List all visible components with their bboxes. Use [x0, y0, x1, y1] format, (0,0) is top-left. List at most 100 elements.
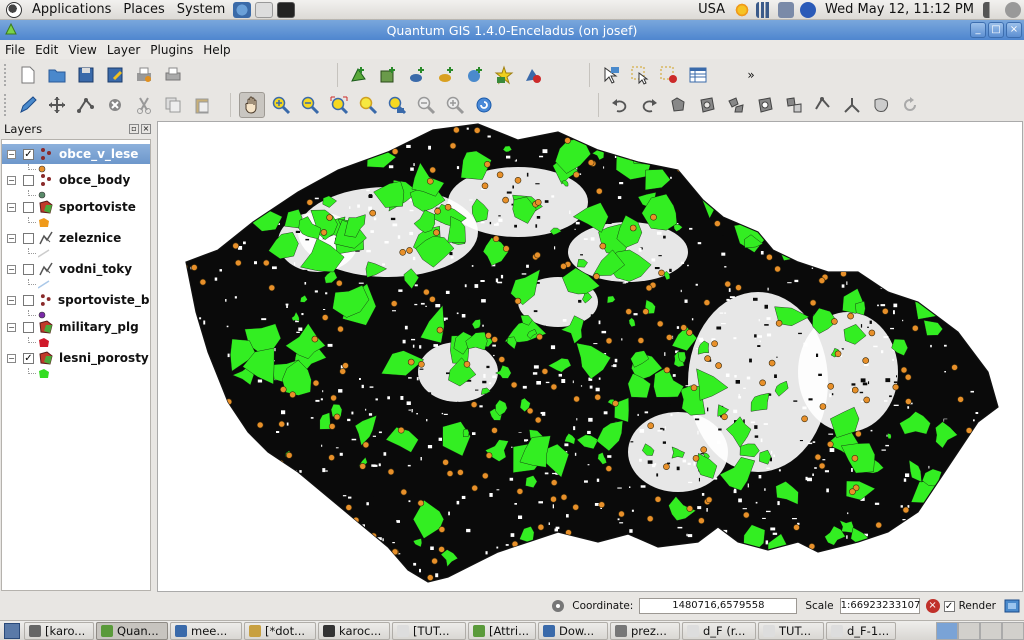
layer-row[interactable]: − ✓ obce_v_lese [2, 144, 150, 164]
deselect-icon[interactable] [656, 62, 682, 88]
identify-icon[interactable] [598, 62, 624, 88]
delete-selected-icon[interactable] [102, 92, 128, 118]
cut-features-icon[interactable] [131, 92, 157, 118]
gnome-foot-icon[interactable] [6, 1, 22, 18]
layer-row[interactable]: − zeleznice [2, 228, 150, 248]
layer-row[interactable]: − sportoviste [2, 197, 150, 217]
add-ring-icon[interactable] [694, 92, 720, 118]
zoom-last-icon[interactable] [413, 92, 439, 118]
bluetooth-icon[interactable] [800, 1, 817, 18]
close-window-button[interactable]: × [1006, 22, 1022, 38]
browser-launcher-icon[interactable] [233, 1, 252, 18]
node-tool-icon[interactable] [73, 92, 99, 118]
projection-icon[interactable] [1004, 598, 1020, 614]
save-as-icon[interactable] [102, 62, 128, 88]
print-composer-icon[interactable] [131, 62, 157, 88]
zoom-next-icon[interactable] [442, 92, 468, 118]
expand-collapse-icon[interactable]: − [7, 202, 16, 212]
layer-visibility-checkbox[interactable] [23, 232, 34, 244]
save-project-icon[interactable] [73, 62, 99, 88]
render-checkbox[interactable]: ✓ [943, 600, 955, 612]
add-vector-layer-icon[interactable] [346, 62, 372, 88]
float-panel-button[interactable]: ▫ [129, 124, 139, 134]
remove-layer-icon[interactable] [520, 62, 546, 88]
expand-collapse-icon[interactable]: − [7, 264, 16, 274]
pan-icon[interactable] [238, 92, 265, 118]
layer-visibility-checkbox[interactable]: ✓ [23, 352, 34, 364]
add-postgis-layer-icon[interactable] [404, 62, 430, 88]
add-wms-layer-icon[interactable] [462, 62, 488, 88]
add-raster-layer-icon[interactable] [375, 62, 401, 88]
taskbar-task[interactable]: prez... [610, 621, 680, 640]
redo-icon[interactable] [636, 92, 662, 118]
close-panel-button[interactable]: × [141, 124, 151, 134]
merge-icon[interactable] [868, 92, 894, 118]
delete-part-icon[interactable] [781, 92, 807, 118]
menu-layer[interactable]: Layer [102, 43, 145, 57]
coordinate-field[interactable]: 1480716,6579558 [639, 598, 798, 614]
toolbar-handle[interactable] [4, 94, 10, 116]
scale-field[interactable]: 1:66923233107 [839, 598, 920, 614]
layer-row[interactable]: − military_plg [2, 317, 150, 337]
expand-collapse-icon[interactable]: − [7, 233, 16, 243]
toolbar-overflow-chevron[interactable]: » [742, 68, 760, 82]
show-desktop-icon[interactable] [4, 622, 20, 639]
print-icon[interactable] [160, 62, 186, 88]
places-menu[interactable]: Places [117, 0, 170, 20]
taskbar-task[interactable]: Quan... [96, 621, 168, 640]
simplify-icon[interactable] [665, 92, 691, 118]
zoom-layer-icon[interactable] [384, 92, 410, 118]
qgis-app-icon[interactable] [4, 22, 18, 36]
taskbar-task[interactable]: TUT... [758, 621, 824, 640]
layer-row[interactable]: −sportoviste_b... [2, 290, 150, 310]
menu-help[interactable]: Help [198, 43, 235, 57]
menu-file[interactable]: File [0, 43, 30, 57]
layer-visibility-checkbox[interactable]: ✓ [23, 148, 34, 160]
workspace-4[interactable] [1002, 621, 1024, 640]
delete-ring-icon[interactable] [752, 92, 778, 118]
taskbar-task[interactable]: d_F-1... [826, 621, 896, 640]
workspace-3[interactable] [980, 621, 1002, 640]
weather-icon[interactable] [734, 1, 751, 18]
system-menu[interactable]: System [171, 0, 231, 20]
shutdown-icon[interactable] [1005, 1, 1021, 18]
window-titlebar[interactable]: Quantum GIS 1.4.0-Enceladus (on josef) _… [0, 20, 1024, 40]
expand-collapse-icon[interactable]: − [7, 353, 16, 363]
taskbar-task[interactable]: [Attri... [468, 621, 536, 640]
menu-plugins[interactable]: Plugins [145, 43, 198, 57]
taskbar-task[interactable]: [*dot... [244, 621, 316, 640]
layer-visibility-checkbox[interactable] [23, 201, 34, 213]
taskbar-task[interactable]: [TUT... [392, 621, 466, 640]
layer-visibility-checkbox[interactable] [23, 174, 34, 186]
open-project-icon[interactable] [44, 62, 70, 88]
layer-visibility-checkbox[interactable] [23, 263, 34, 275]
zoom-in-icon[interactable] [268, 92, 294, 118]
zoom-out-icon[interactable] [297, 92, 323, 118]
paste-features-icon[interactable] [189, 92, 215, 118]
zoom-full-icon[interactable] [326, 92, 352, 118]
menu-edit[interactable]: Edit [30, 43, 63, 57]
add-island-icon[interactable] [723, 92, 749, 118]
refresh-icon[interactable] [471, 92, 497, 118]
expand-collapse-icon[interactable]: − [7, 149, 16, 159]
workspace-switcher[interactable] [936, 621, 1024, 640]
keyboard-layout-indicator[interactable]: USA [692, 0, 731, 20]
map-rendering[interactable] [158, 122, 1023, 592]
new-project-icon[interactable] [15, 62, 41, 88]
email-launcher-icon[interactable] [255, 1, 274, 18]
expand-collapse-icon[interactable]: − [7, 175, 16, 185]
taskbar-task[interactable]: mee... [170, 621, 242, 640]
rotate-icon[interactable] [897, 92, 923, 118]
capture-point-icon[interactable] [44, 92, 70, 118]
coordinate-capture-icon[interactable] [550, 598, 566, 614]
maximize-button[interactable]: □ [988, 22, 1004, 38]
map-canvas[interactable] [157, 121, 1023, 592]
network-signal-icon[interactable] [756, 1, 773, 18]
split-icon[interactable] [839, 92, 865, 118]
volume-icon[interactable] [983, 1, 999, 18]
terminal-launcher-icon[interactable] [277, 1, 296, 18]
stop-rendering-icon[interactable]: × [925, 599, 940, 613]
minimize-button[interactable]: _ [970, 22, 986, 38]
attribute-table-icon[interactable] [685, 62, 711, 88]
taskbar-task[interactable]: Dow... [538, 621, 608, 640]
